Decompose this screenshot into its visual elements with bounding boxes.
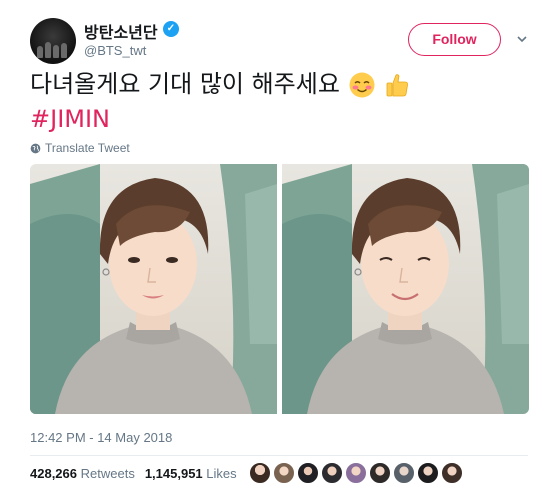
- caret-down-icon[interactable]: [516, 33, 528, 45]
- tweet-stats: 428,266 Retweets 1,145,951 Likes: [30, 466, 237, 481]
- liker-avatar[interactable]: [321, 462, 343, 484]
- user-handle[interactable]: @BTS_twt: [84, 43, 146, 58]
- divider: [30, 455, 528, 456]
- liker-avatar[interactable]: [345, 462, 367, 484]
- likes-count: 1,145,951: [144, 466, 203, 481]
- display-name[interactable]: 방탄소년단: [84, 19, 158, 43]
- tweet-photo-2[interactable]: [282, 164, 529, 414]
- tweet-photo-1[interactable]: [30, 164, 277, 414]
- profile-avatar[interactable]: [30, 18, 76, 64]
- hashtag-link[interactable]: #JIMIN: [30, 104, 110, 134]
- liker-avatar[interactable]: [297, 462, 319, 484]
- retweets-label: Retweets: [80, 466, 135, 481]
- thumbs-up-emoji: [386, 74, 409, 97]
- likes-label: Likes: [206, 466, 237, 481]
- tweet-timestamp[interactable]: 12:42 PM - 14 May 2018: [30, 430, 172, 445]
- tweet-card: 방탄소년단 ✓ @BTS_twt Follow 다녀올게요 기대 많이 해주세요…: [0, 0, 558, 497]
- verified-badge-icon: ✓: [163, 21, 179, 37]
- liker-avatar[interactable]: [273, 462, 295, 484]
- retweets-stat[interactable]: 428,266 Retweets: [30, 466, 135, 481]
- liker-avatar[interactable]: [249, 462, 271, 484]
- translate-tweet-link[interactable]: Translate Tweet: [30, 141, 130, 155]
- liker-avatar[interactable]: [417, 462, 439, 484]
- follow-button[interactable]: Follow: [408, 23, 501, 56]
- tweet-text: 다녀올게요 기대 많이 해주세요: [30, 69, 411, 99]
- liker-avatar[interactable]: [441, 462, 463, 484]
- liker-avatar[interactable]: [393, 462, 415, 484]
- likes-stat[interactable]: 1,145,951 Likes: [145, 466, 237, 481]
- retweets-count: 428,266: [30, 466, 77, 481]
- globe-icon: [30, 143, 41, 154]
- translate-label: Translate Tweet: [45, 141, 130, 155]
- liker-avatar[interactable]: [369, 462, 391, 484]
- tweet-text-content: 다녀올게요 기대 많이 해주세요: [30, 70, 340, 98]
- smiling-face-emoji: [349, 72, 375, 98]
